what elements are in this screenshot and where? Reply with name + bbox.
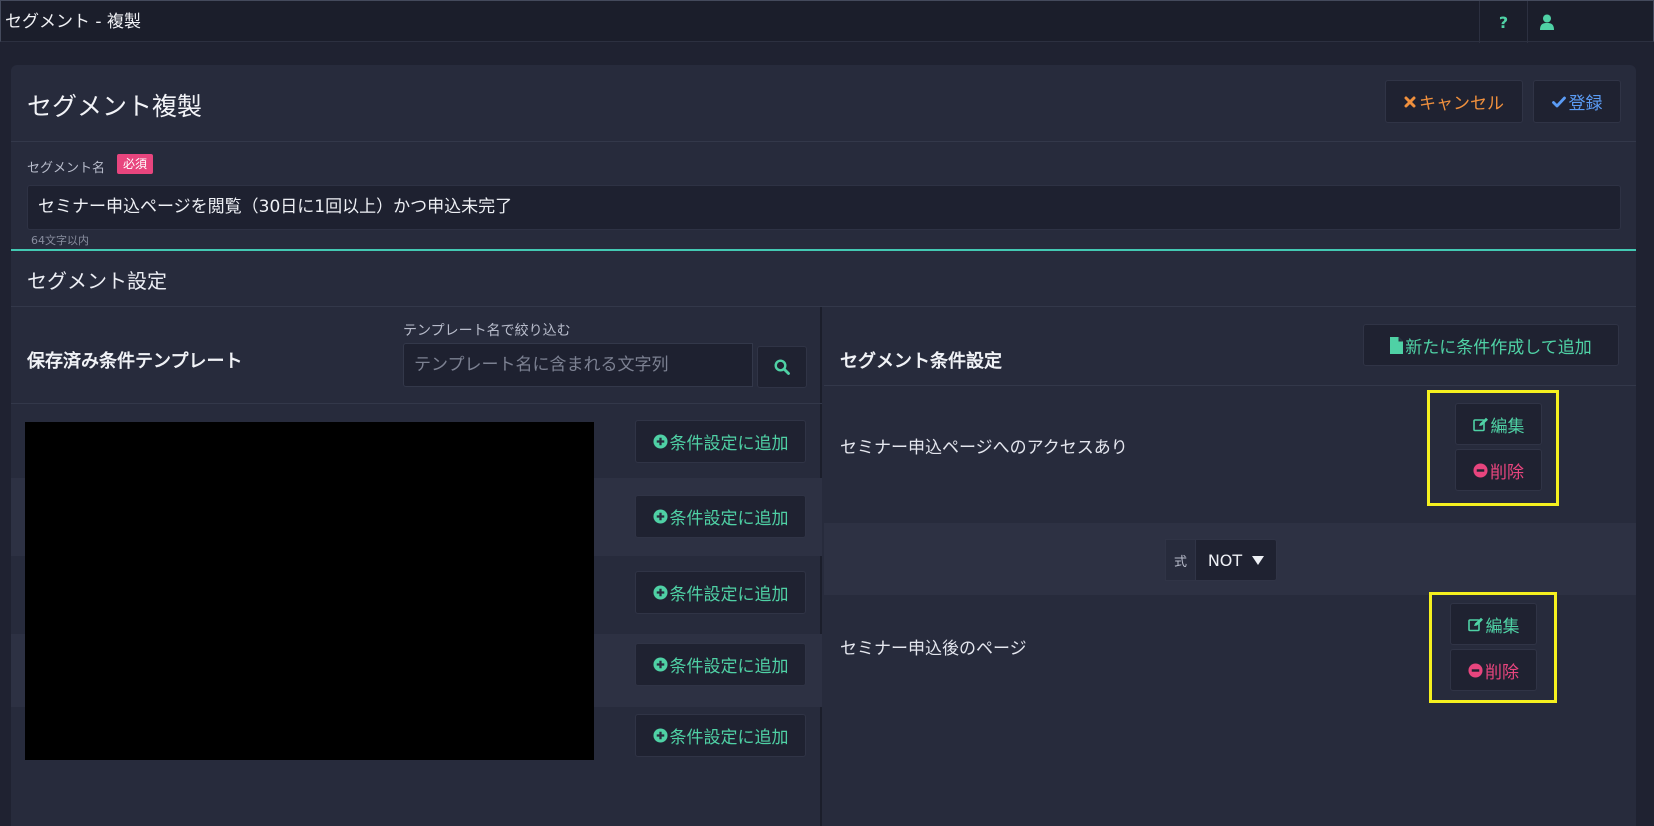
edit-condition-button[interactable]: 編集 bbox=[1455, 403, 1542, 445]
template-panel: 保存済み条件テンプレート テンプレート名で絞り込む 条件設定に追加 条件設定に追… bbox=[11, 307, 822, 826]
redacted-template-names bbox=[25, 422, 594, 760]
caret-down-icon bbox=[1252, 555, 1265, 565]
highlight-box: 編集 削除 bbox=[1429, 592, 1557, 703]
help-button[interactable]: ? bbox=[1479, 1, 1527, 43]
segment-settings-title: セグメント設定 bbox=[27, 269, 167, 293]
delete-condition-button[interactable]: 削除 bbox=[1450, 649, 1537, 691]
edit-icon bbox=[1472, 417, 1488, 431]
delete-label: 削除 bbox=[1485, 662, 1519, 683]
add-to-conditions-label: 条件設定に追加 bbox=[669, 728, 789, 748]
card-header: セグメント複製 キャンセル 登録 bbox=[11, 65, 1636, 142]
user-icon bbox=[1540, 14, 1554, 30]
user-menu-button[interactable] bbox=[1527, 1, 1654, 43]
condition-text: セミナー申込後のページ bbox=[840, 639, 1027, 659]
condition-panel-title: セグメント条件設定 bbox=[840, 351, 1002, 372]
plus-circle-icon bbox=[652, 657, 668, 672]
cancel-button[interactable]: キャンセル bbox=[1385, 80, 1523, 123]
add-to-conditions-label: 条件設定に追加 bbox=[669, 509, 789, 529]
delete-condition-button[interactable]: 削除 bbox=[1455, 449, 1542, 491]
check-icon bbox=[1551, 96, 1566, 107]
segment-name-input[interactable]: セミナー申込ページを閲覧（30日に1回以上）かつ申込未完了 bbox=[27, 185, 1621, 230]
expression-select[interactable]: NOT bbox=[1195, 539, 1277, 581]
edit-label: 編集 bbox=[1490, 416, 1525, 437]
window-title: セグメント - 複製 bbox=[5, 12, 141, 32]
minus-circle-icon bbox=[1468, 662, 1483, 678]
add-to-conditions-label: 条件設定に追加 bbox=[669, 657, 789, 677]
segment-name-label: セグメント名 bbox=[27, 161, 106, 176]
condition-list-divider bbox=[824, 385, 1636, 386]
section-divider bbox=[11, 249, 1636, 251]
add-to-conditions-label: 条件設定に追加 bbox=[669, 434, 789, 454]
plus-circle-icon bbox=[652, 509, 668, 524]
add-to-conditions-button[interactable]: 条件設定に追加 bbox=[635, 420, 806, 463]
add-to-conditions-button[interactable]: 条件設定に追加 bbox=[635, 714, 806, 757]
plus-circle-icon bbox=[652, 434, 668, 449]
edit-condition-button[interactable]: 編集 bbox=[1450, 603, 1537, 645]
template-filter-label: テンプレート名で絞り込む bbox=[403, 323, 571, 339]
minus-circle-icon bbox=[1473, 462, 1488, 478]
segment-name-hint: 64文字以内 bbox=[31, 234, 89, 247]
file-icon bbox=[1390, 336, 1404, 354]
close-icon bbox=[1404, 96, 1416, 107]
page-title: セグメント複製 bbox=[27, 92, 203, 121]
segment-card: セグメント複製 キャンセル 登録 セグメント名 必須 セミナー申込ページを閲覧（… bbox=[11, 65, 1636, 826]
cancel-label: キャンセル bbox=[1419, 94, 1504, 114]
save-button[interactable]: 登録 bbox=[1533, 80, 1621, 123]
new-condition-button[interactable]: 新たに条件作成して追加 bbox=[1363, 324, 1619, 366]
window-titlebar: セグメント - 複製 ? bbox=[0, 0, 1654, 43]
delete-label: 削除 bbox=[1490, 462, 1524, 483]
add-to-conditions-button[interactable]: 条件設定に追加 bbox=[635, 495, 806, 538]
plus-circle-icon bbox=[652, 728, 668, 743]
add-to-conditions-label: 条件設定に追加 bbox=[669, 585, 789, 605]
expression-value: NOT bbox=[1207, 550, 1243, 570]
edit-label: 編集 bbox=[1485, 616, 1520, 637]
expression-row: 式 NOT bbox=[824, 523, 1636, 595]
expression-label: 式 bbox=[1165, 539, 1195, 581]
edit-icon bbox=[1467, 617, 1483, 631]
condition-panel: セグメント条件設定 新たに条件作成して追加 セミナー申込ページへのアクセスあり … bbox=[824, 307, 1636, 826]
condition-text: セミナー申込ページへのアクセスあり bbox=[840, 438, 1128, 458]
required-badge: 必須 bbox=[117, 154, 154, 174]
save-label: 登録 bbox=[1568, 94, 1603, 114]
plus-circle-icon bbox=[652, 585, 668, 600]
new-condition-label: 新たに条件作成して追加 bbox=[1405, 337, 1592, 358]
template-filter-input[interactable] bbox=[403, 343, 753, 387]
search-icon bbox=[774, 359, 790, 375]
search-button[interactable] bbox=[757, 346, 807, 388]
highlight-box: 編集 削除 bbox=[1427, 390, 1559, 506]
question-icon: ? bbox=[1498, 12, 1509, 32]
template-panel-title: 保存済み条件テンプレート bbox=[27, 351, 243, 372]
add-to-conditions-button[interactable]: 条件設定に追加 bbox=[635, 571, 806, 614]
add-to-conditions-button[interactable]: 条件設定に追加 bbox=[635, 643, 806, 686]
